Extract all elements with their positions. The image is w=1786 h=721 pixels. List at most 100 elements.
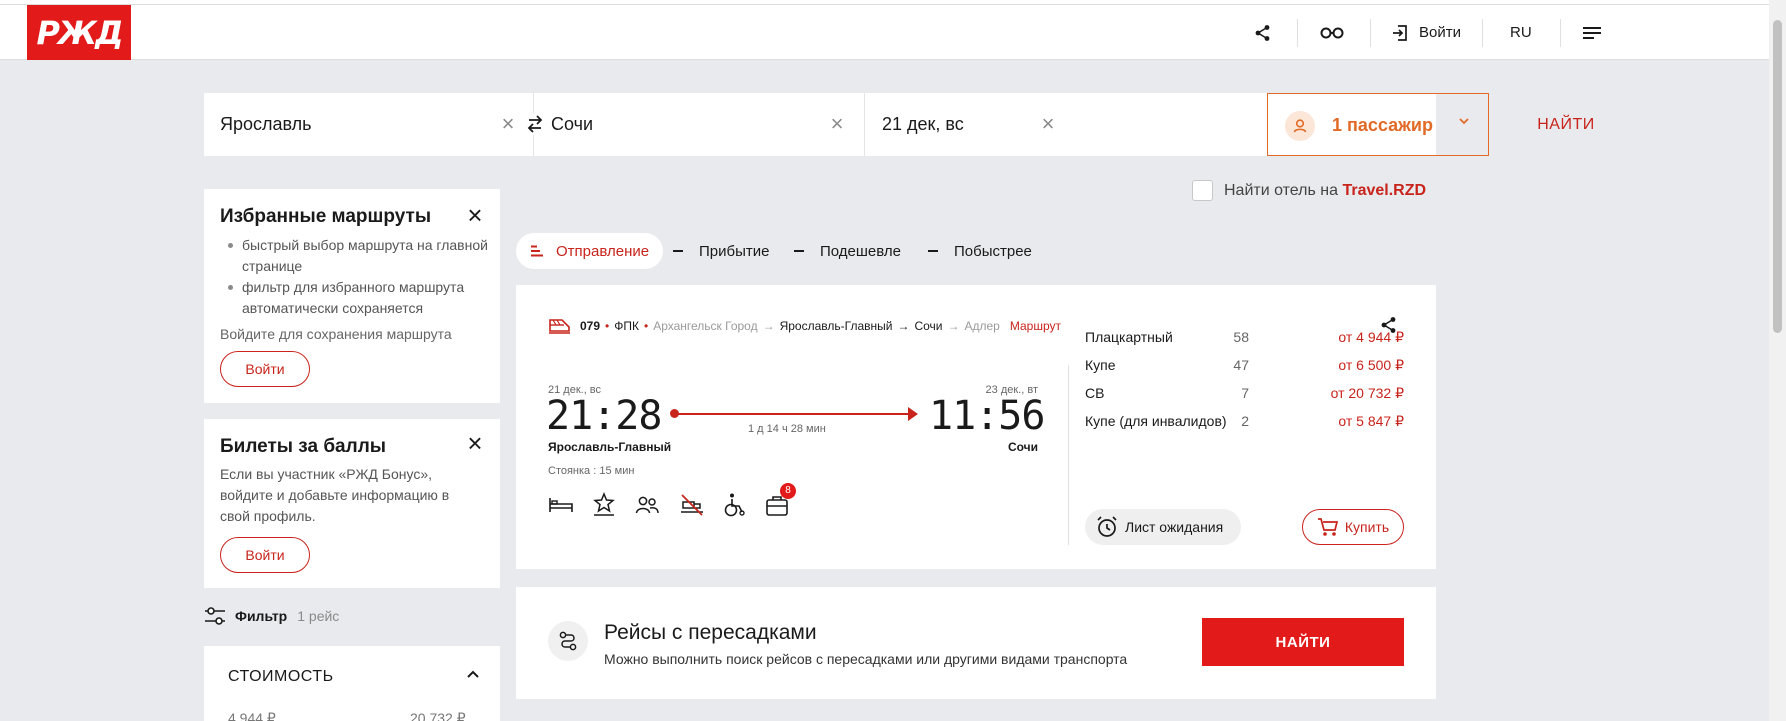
arrow-right-icon: → bbox=[947, 319, 960, 333]
tab-faster[interactable]: Побыстрее bbox=[928, 233, 1032, 269]
no-pets-icon bbox=[679, 492, 705, 518]
favorites-login-button[interactable]: Войти bbox=[220, 351, 310, 387]
scrollbar-thumb[interactable] bbox=[1773, 20, 1782, 333]
seat-count: 47 bbox=[1233, 357, 1249, 373]
separator-dot: • bbox=[643, 319, 649, 333]
from-field[interactable]: Ярославль bbox=[220, 93, 510, 156]
clear-from-icon[interactable]: × bbox=[498, 113, 518, 135]
login-label: Войти bbox=[1419, 24, 1461, 41]
dash-icon bbox=[928, 250, 938, 252]
seat-type[interactable]: Купе (для инвалидов) bbox=[1085, 413, 1227, 429]
stop-duration: Стоянка : 15 мин bbox=[548, 465, 635, 477]
login-icon bbox=[1393, 24, 1407, 41]
tab-departure[interactable]: Отправление bbox=[516, 233, 664, 269]
transfers-find-button[interactable]: НАЙТИ bbox=[1202, 618, 1404, 666]
to-field[interactable]: Сочи bbox=[551, 93, 831, 156]
login-link[interactable]: Войти bbox=[1391, 5, 1461, 60]
glasses-icon[interactable] bbox=[1320, 5, 1344, 60]
search-bar: Ярославль × Сочи × 21 дек, вс × 1 пассаж… bbox=[204, 93, 1594, 156]
favorites-card: Избранные маршруты × быстрый выбор маршр… bbox=[204, 189, 500, 403]
train-card: 079 • ФПК • Архангельск Город → Ярославл… bbox=[516, 285, 1436, 569]
tab-label: Отправление bbox=[556, 242, 650, 260]
buy-button[interactable]: Купить bbox=[1302, 509, 1404, 545]
clear-to-icon[interactable]: × bbox=[827, 113, 847, 135]
seat-price[interactable]: от 5 847 ₽ bbox=[1294, 413, 1404, 430]
filter-toggle[interactable]: Фильтр 1 рейс bbox=[204, 604, 339, 628]
favorites-note: Войдите для сохранения маршрута bbox=[220, 326, 452, 342]
seat-type[interactable]: СВ bbox=[1085, 385, 1104, 401]
page-scrollbar[interactable] bbox=[1769, 0, 1786, 721]
clear-date-icon[interactable]: × bbox=[1038, 113, 1058, 135]
search-find-button[interactable]: НАЙТИ bbox=[1496, 93, 1636, 156]
tab-label: Подешевле bbox=[820, 242, 901, 260]
tab-label: Прибытие bbox=[699, 242, 770, 260]
filter-label: Фильтр bbox=[235, 608, 288, 624]
route-station-1: Ярославль-Главный bbox=[779, 319, 893, 333]
train-icon bbox=[549, 319, 570, 334]
cost-max: 20 732 ₽ bbox=[410, 710, 466, 721]
tab-cheaper[interactable]: Подешевле bbox=[794, 233, 901, 269]
header-divider bbox=[1482, 19, 1483, 47]
passengers-label: 1 пассажир bbox=[1332, 115, 1433, 135]
wheelchair-icon bbox=[721, 492, 747, 518]
train-route-line: 079 • ФПК • Архангельск Город → Ярославл… bbox=[548, 317, 1061, 335]
date-field[interactable]: 21 дек, вс bbox=[882, 93, 1062, 156]
hotel-checkbox-row[interactable]: Найти отель на Travel.RZD bbox=[1192, 180, 1426, 201]
passengers-dropdown[interactable]: 1 пассажир bbox=[1267, 93, 1489, 156]
seat-count: 7 bbox=[1241, 385, 1249, 401]
swap-icon[interactable] bbox=[526, 113, 544, 135]
list-item: быстрый выбор маршрута на главной страни… bbox=[226, 235, 496, 277]
seat-price[interactable]: от 20 732 ₽ bbox=[1294, 385, 1404, 402]
seat-price[interactable]: от 4 944 ₽ bbox=[1294, 329, 1404, 346]
header-divider bbox=[1370, 19, 1371, 47]
rzd-logo[interactable]: РЖД bbox=[27, 5, 131, 60]
seat-price[interactable]: от 6 500 ₽ bbox=[1294, 357, 1404, 374]
route-origin: Архангельск Город bbox=[653, 319, 758, 333]
language-switch[interactable]: RU bbox=[1510, 5, 1532, 60]
hotel-label: Найти отель на bbox=[1224, 181, 1343, 199]
star-award-icon bbox=[591, 492, 617, 518]
favorites-title: Избранные маршруты bbox=[220, 206, 432, 227]
travel-rzd-link[interactable]: Travel.RZD bbox=[1342, 182, 1426, 200]
transfer-route-icon bbox=[548, 621, 588, 661]
bed-icon bbox=[548, 492, 574, 518]
arrival-time: 11:56 bbox=[929, 393, 1045, 439]
alarm-clock-icon bbox=[1097, 516, 1117, 537]
list-item: фильтр для избранного маршрута автоматич… bbox=[226, 277, 496, 319]
separator-dot: • bbox=[605, 319, 610, 333]
seat-type[interactable]: Плацкартный bbox=[1085, 329, 1173, 345]
chevron-down-icon bbox=[1458, 114, 1470, 130]
seat-count: 58 bbox=[1233, 329, 1249, 345]
passenger-icon bbox=[1285, 111, 1315, 141]
chevron-up-icon[interactable] bbox=[466, 668, 480, 687]
arrow-right-icon: → bbox=[762, 319, 775, 333]
filter-count: 1 рейс bbox=[297, 608, 340, 624]
dash-icon bbox=[794, 250, 804, 252]
filter-icon bbox=[205, 607, 225, 625]
share-icon[interactable] bbox=[1254, 5, 1272, 60]
tab-arrival[interactable]: Прибытие bbox=[673, 233, 769, 269]
arrival-station: Сочи bbox=[1007, 440, 1038, 454]
luggage-count-badge: 8 bbox=[780, 483, 796, 499]
bonus-text: Если вы участник «РЖД Бонус», войдите и … bbox=[220, 466, 450, 524]
field-divider bbox=[864, 93, 865, 156]
hotel-checkbox[interactable] bbox=[1192, 180, 1213, 201]
transfers-subtitle: Можно выполнить поиск рейсов с пересадка… bbox=[604, 651, 1128, 667]
seat-count: 2 bbox=[1241, 413, 1249, 429]
people-icon bbox=[634, 492, 660, 518]
close-icon[interactable]: × bbox=[464, 202, 486, 228]
cart-icon bbox=[1317, 518, 1338, 536]
route-destination: Адлер bbox=[964, 319, 1000, 333]
header-divider bbox=[1297, 19, 1298, 47]
menu-icon[interactable] bbox=[1582, 5, 1602, 60]
transfers-card: Рейсы с пересадками Можно выполнить поис… bbox=[516, 587, 1436, 699]
seat-type[interactable]: Купе bbox=[1085, 357, 1116, 373]
train-number: 079 bbox=[580, 319, 601, 333]
dash-icon bbox=[673, 250, 683, 252]
waitlist-button[interactable]: Лист ожидания bbox=[1085, 509, 1241, 545]
departure-time: 21:28 bbox=[546, 393, 662, 439]
close-icon[interactable]: × bbox=[464, 430, 486, 456]
route-link[interactable]: Маршрут bbox=[1010, 319, 1061, 333]
bonus-login-button[interactable]: Войти bbox=[220, 537, 310, 573]
bonus-title: Билеты за баллы bbox=[220, 436, 386, 457]
